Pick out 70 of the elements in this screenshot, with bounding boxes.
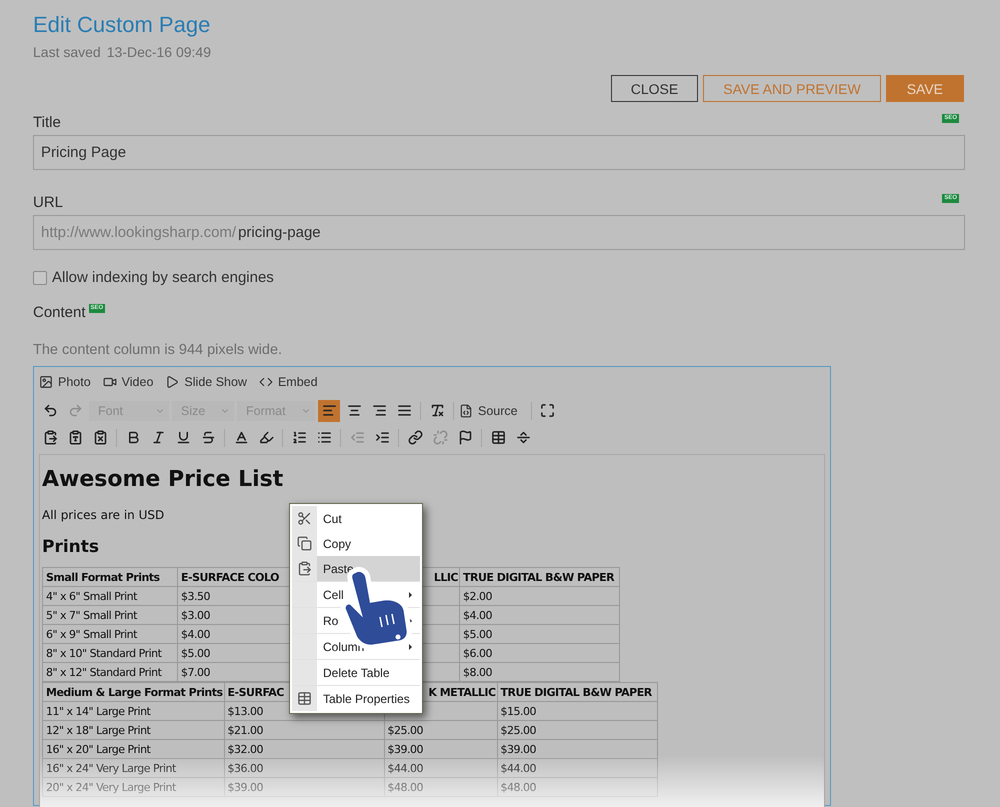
table-cell: $36.00 [224,758,384,778]
table-icon [297,691,312,706]
clipboard-icon [297,561,312,576]
checkbox[interactable] [33,270,47,284]
table-cell: $39.00 [224,778,384,796]
last-saved-label: Last saved [33,44,101,60]
photo-icon [39,375,53,389]
table-cell: $48.00 [497,778,658,796]
page-title: Edit Custom Page [33,12,212,38]
menu-item[interactable]: Cut [292,506,420,531]
table-cell: $15.00 [497,702,658,720]
table-header-cell: TRUE DIGITAL B&W PAPER [460,568,620,586]
table-cell: $6.00 [460,644,620,662]
video-icon [102,375,117,389]
field-label: Content [33,304,86,321]
table-header-cell: Medium & Large Format Prints [42,682,224,702]
title-input[interactable]: Pricing Page [33,135,965,170]
field-label: URL [33,194,64,211]
menu-item[interactable]: Copy [292,531,420,556]
document-text: All prices are in USD [42,508,164,522]
table-cell: 8" x 10" Standard Print [42,644,178,662]
table-cell: $44.00 [384,758,498,778]
table-cell: 20" x 24" Very Large Print [42,778,224,796]
table-cell: 11" x 14" Large Print [42,702,224,720]
content-note: The content column is 944 pixels wide. [33,342,284,358]
close-button[interactable]: CLOSE [610,75,698,102]
table-cell: 8" x 12" Standard Print [42,662,178,682]
document-heading: Awesome Price List [42,467,284,492]
table-cell: $5.00 [460,624,620,644]
table-cell: $25.00 [497,720,658,740]
embed-icon [258,375,273,389]
document-code-icon [459,404,473,418]
url-input[interactable]: http://www.lookingsharp.com/pricing-page [33,215,965,250]
table-cell: 5" x 7" Small Print [42,606,178,624]
embed-button[interactable]: Embed [258,375,318,389]
submenu-arrow-icon [409,592,412,598]
slideshow-button[interactable]: Slide Show [165,375,247,389]
table-cell: $39.00 [384,740,498,758]
slideshow-icon [165,375,180,389]
table-header-cell: TRUE DIGITAL B&W PAPER [497,682,658,702]
table-cell: $4.00 [460,606,620,624]
table-cell: 16" x 20" Large Print [42,740,224,758]
source-button[interactable]: Source [459,404,518,418]
align-left-icon[interactable] [318,400,340,422]
table-cell: 16" x 24" Very Large Print [42,758,224,778]
table-cell: $48.00 [384,778,498,796]
last-saved-time: 13-Dec-16 09:49 [106,44,212,60]
photo-button[interactable]: Photo [39,375,91,389]
table-cell: $2.00 [460,586,620,606]
table-cell: 6" x 9" Small Print [42,624,178,644]
table-cell: 12" x 18" Large Print [42,720,224,740]
table-cell: 4" x 6" Small Print [42,586,178,606]
checkbox-label: Allow indexing by search engines [52,269,274,286]
scissors-icon [297,511,312,526]
document-subheading: Prints [42,537,100,557]
copy-icon [297,536,312,551]
table-cell: $39.00 [497,740,658,758]
field-label: Title [33,114,61,131]
menu-item[interactable]: Table Properties [292,685,420,711]
table-cell: $8.00 [460,662,620,682]
table-cell: $44.00 [497,758,658,778]
url-prefix: http://www.lookingsharp.com/ [41,224,236,241]
table-cell: $21.00 [224,720,384,740]
url-slug: pricing-page [238,224,321,241]
table-cell: $32.00 [224,740,384,758]
table-cell: $25.00 [384,720,498,740]
table-header-cell: Small Format Prints [42,568,178,586]
menu-item[interactable]: Delete Table [292,659,420,685]
video-button[interactable]: Video [102,375,154,389]
editor-content[interactable] [39,454,825,807]
